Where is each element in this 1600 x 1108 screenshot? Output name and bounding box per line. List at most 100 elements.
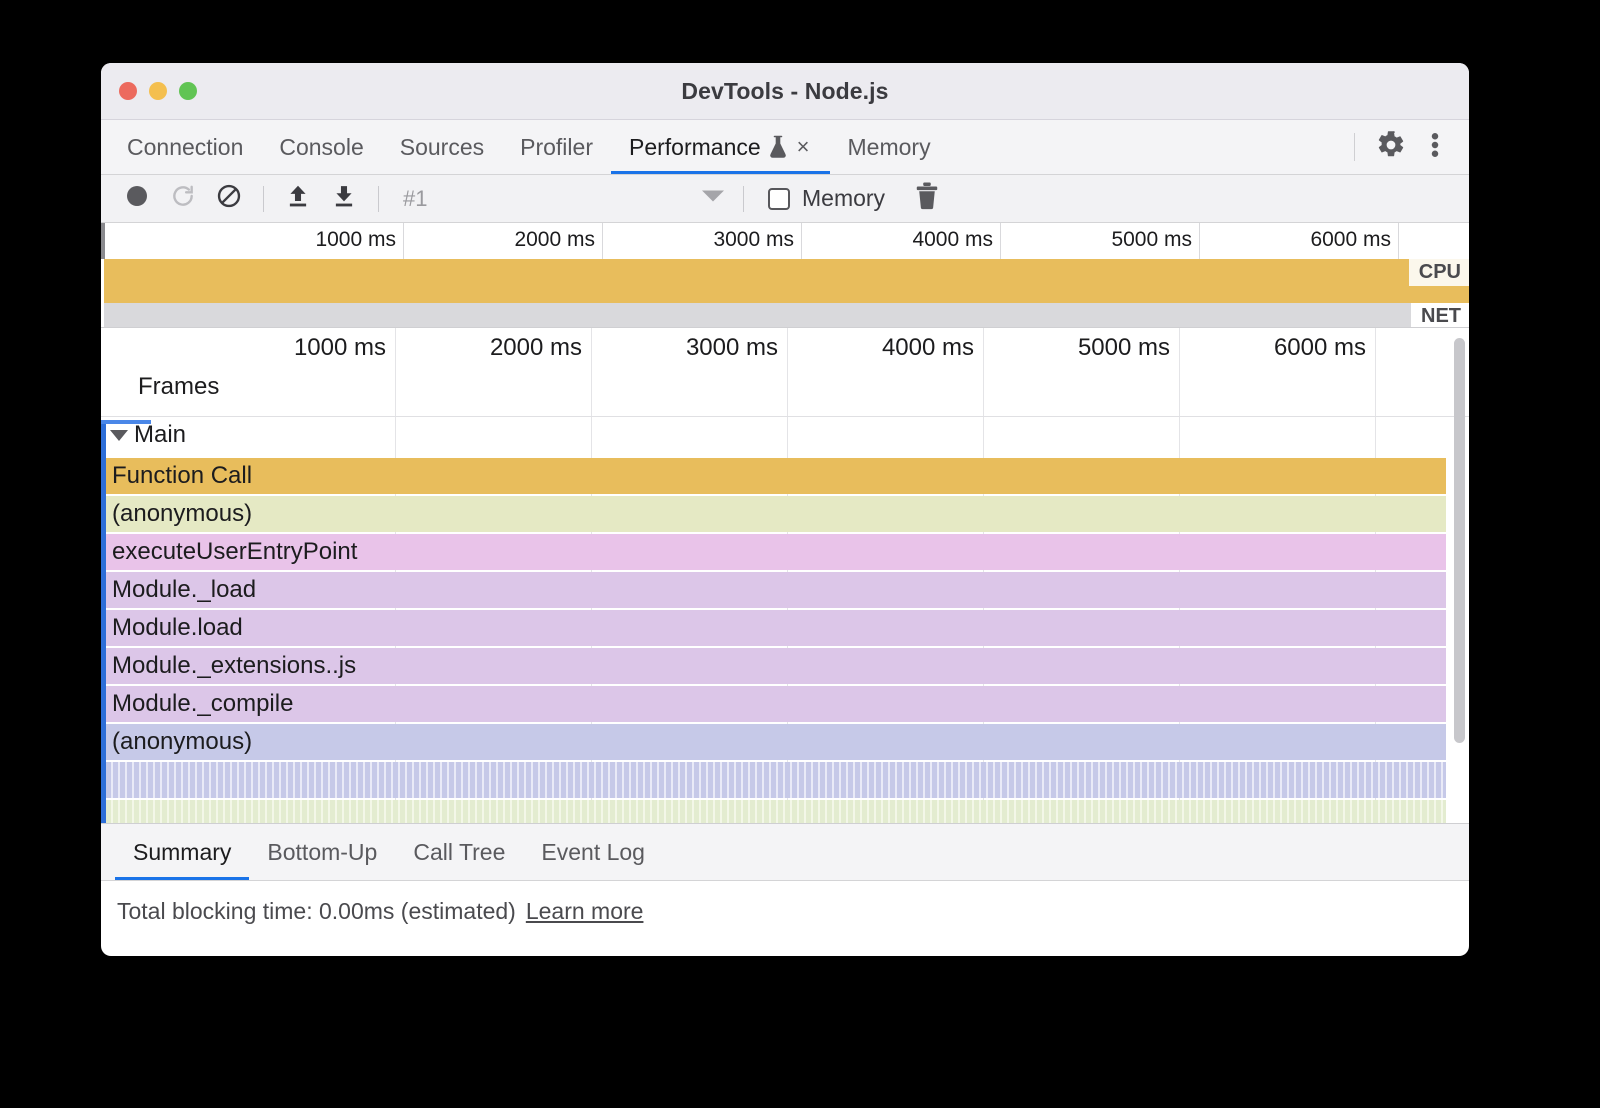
flame-row-dense-calls-blue[interactable] (106, 762, 1446, 798)
network-gridlines (104, 303, 1469, 327)
main-track-label: Main (134, 421, 186, 449)
overview-tick-6: 6000 ms (1310, 228, 1398, 252)
tab-sources[interactable]: Sources (382, 120, 502, 174)
flame-row-dense-calls-green[interactable] (106, 800, 1446, 824)
tabbar-divider (1354, 133, 1355, 161)
memory-checkbox-label: Memory (802, 185, 885, 212)
overview-tick-3: 3000 ms (713, 228, 801, 252)
flamechart-tick-4: 4000 ms (882, 334, 983, 362)
flame-row[interactable]: Module.load (106, 610, 1446, 646)
trash-icon (914, 182, 940, 215)
flamechart-tick-3: 3000 ms (686, 334, 787, 362)
tab-bottom-up[interactable]: Bottom-Up (249, 824, 395, 880)
cpu-usage-band[interactable]: CPU (104, 259, 1469, 303)
flame-row[interactable]: executeUserEntryPoint (106, 534, 1446, 570)
maximize-window-button[interactable] (179, 82, 197, 100)
tab-connection[interactable]: Connection (109, 120, 261, 174)
tab-summary[interactable]: Summary (115, 824, 249, 880)
load-profile-button[interactable] (276, 179, 320, 219)
tab-profiler[interactable]: Profiler (502, 120, 611, 174)
memory-checkbox-group[interactable]: Memory (768, 185, 885, 212)
save-profile-button[interactable] (322, 179, 366, 219)
flame-row[interactable]: Module._load (106, 572, 1446, 608)
flame-row[interactable]: Function Call (106, 458, 1446, 494)
learn-more-link[interactable]: Learn more (526, 898, 644, 925)
tab-memory[interactable]: Memory (830, 120, 949, 174)
delete-recording-button[interactable] (905, 179, 949, 219)
frames-track-label: Frames (138, 373, 219, 401)
flame-row-label: executeUserEntryPoint (106, 538, 357, 566)
main-track-header[interactable]: Main (110, 421, 186, 449)
performance-toolbar: #1 Memory (101, 175, 1469, 223)
tab-bottom-up-label: Bottom-Up (267, 839, 377, 866)
download-icon (331, 183, 357, 214)
tab-console-label: Console (279, 134, 363, 161)
flamechart-tick-2: 2000 ms (490, 334, 591, 362)
screen-root: DevTools - Node.js Connection Console So… (0, 0, 1600, 1108)
tab-sources-label: Sources (400, 134, 484, 161)
flame-row-label: Module._compile (106, 690, 293, 718)
flame-row[interactable]: (anonymous) (106, 724, 1446, 760)
overview-tick-2: 2000 ms (514, 228, 602, 252)
chevron-down-icon[interactable] (110, 430, 128, 441)
window-titlebar: DevTools - Node.js (101, 63, 1469, 120)
overview-tick-5: 5000 ms (1111, 228, 1199, 252)
selected-track-edge (101, 420, 106, 823)
session-dropdown-button[interactable] (695, 181, 731, 217)
minimize-window-button[interactable] (149, 82, 167, 100)
gear-icon (1376, 130, 1406, 165)
flamechart-scrollbar-thumb[interactable] (1454, 338, 1465, 743)
flame-row-label: (anonymous) (106, 500, 252, 528)
toolbar-separator-2 (378, 186, 379, 212)
close-tab-icon[interactable]: × (795, 136, 812, 158)
total-blocking-time-text: Total blocking time: 0.00ms (estimated) (117, 898, 516, 925)
flamechart-tick-6: 6000 ms (1274, 334, 1375, 362)
flame-row[interactable]: (anonymous) (106, 496, 1446, 532)
tab-console[interactable]: Console (261, 120, 381, 174)
more-vertical-icon (1431, 130, 1439, 165)
upload-icon (285, 183, 311, 214)
summary-status-bar: Total blocking time: 0.00ms (estimated) … (101, 881, 1469, 941)
flamechart-tick-5: 5000 ms (1078, 334, 1179, 362)
timeline-overview[interactable]: 1000 ms 2000 ms 3000 ms 4000 ms 5000 ms … (101, 223, 1469, 328)
tabbar-actions (1342, 120, 1469, 174)
reload-icon (170, 183, 196, 214)
close-window-button[interactable] (119, 82, 137, 100)
frames-track-separator (101, 416, 1469, 417)
main-tabbar: Connection Console Sources Profiler Perf… (101, 120, 1469, 175)
overview-ruler: 1000 ms 2000 ms 3000 ms 4000 ms 5000 ms … (101, 223, 1469, 259)
tab-summary-label: Summary (133, 839, 231, 866)
record-button[interactable] (115, 179, 159, 219)
flame-row[interactable]: Module._compile (106, 686, 1446, 722)
tab-connection-label: Connection (127, 134, 243, 161)
tab-performance-label: Performance (629, 134, 761, 161)
flame-row-label: Module.load (106, 614, 243, 642)
flamechart-rows: Function Call (anonymous) executeUserEnt… (106, 458, 1446, 824)
flame-row[interactable]: Module._extensions..js (106, 648, 1446, 684)
flame-row-label: Module._load (106, 576, 256, 604)
chevron-down-icon (702, 189, 724, 208)
tab-profiler-label: Profiler (520, 134, 593, 161)
flamechart-tick-1: 1000 ms (294, 334, 395, 362)
flamechart-panel[interactable]: 1000 ms 2000 ms 3000 ms 4000 ms 5000 ms … (101, 328, 1469, 824)
overview-window-left-handle[interactable] (101, 223, 105, 259)
network-band[interactable]: NET (104, 303, 1469, 327)
flame-row-label: (anonymous) (106, 728, 252, 756)
tab-call-tree[interactable]: Call Tree (395, 824, 523, 880)
overview-tick-1: 1000 ms (315, 228, 403, 252)
tab-event-log[interactable]: Event Log (523, 824, 663, 880)
traffic-lights (119, 82, 197, 100)
details-tabbar: Summary Bottom-Up Call Tree Event Log (101, 824, 1469, 881)
cpu-band-label: CPU (1409, 259, 1469, 286)
more-options-button[interactable] (1415, 127, 1455, 167)
reload-and-record-button[interactable] (161, 179, 205, 219)
session-selector-label[interactable]: #1 (391, 186, 693, 212)
net-band-label: NET (1411, 303, 1469, 328)
settings-button[interactable] (1371, 127, 1411, 167)
devtools-window: DevTools - Node.js Connection Console So… (101, 63, 1469, 956)
tab-performance[interactable]: Performance × (611, 120, 830, 174)
clear-button[interactable] (207, 179, 251, 219)
toolbar-separator-3 (743, 186, 744, 212)
memory-checkbox[interactable] (768, 188, 790, 210)
record-circle-icon (125, 184, 149, 213)
